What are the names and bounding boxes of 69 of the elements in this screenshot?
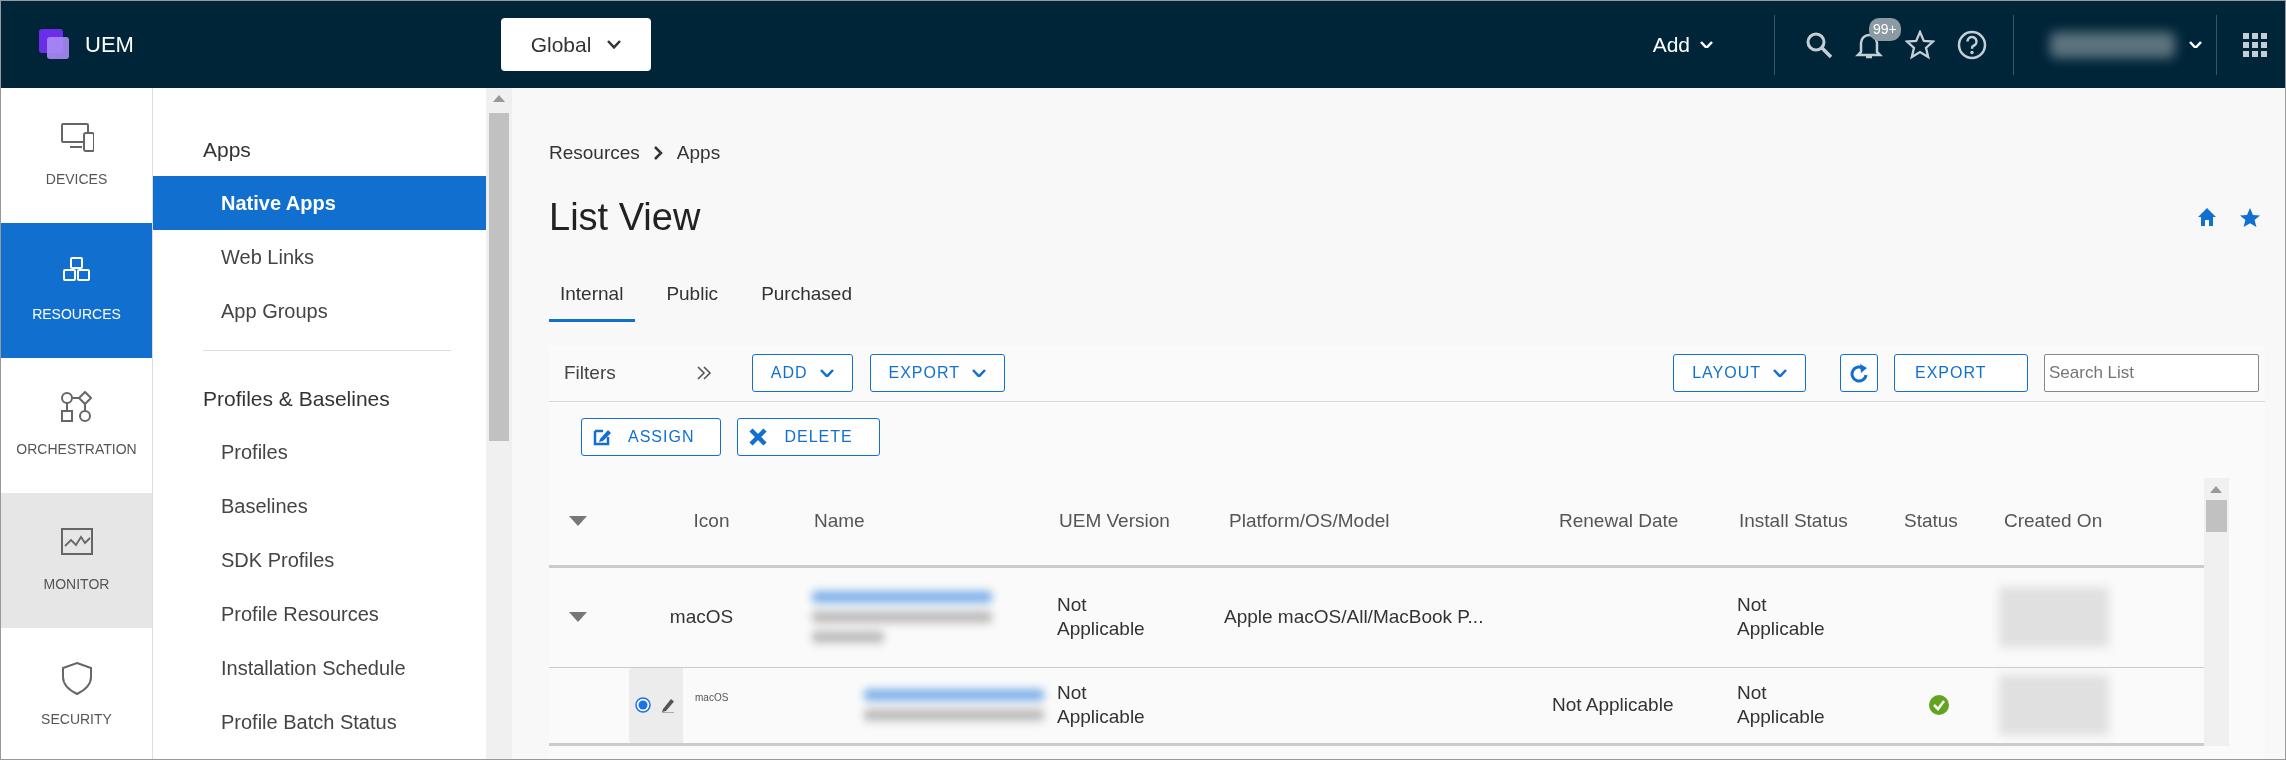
add-menu[interactable]: Add xyxy=(1646,27,1719,62)
chevron-down-icon xyxy=(1773,368,1787,378)
chevron-down-icon xyxy=(607,40,622,49)
table-cell-text: Not Applicable xyxy=(1737,681,1826,729)
column-header[interactable]: Install Status xyxy=(1739,506,1848,536)
icon-label: macOS xyxy=(694,690,729,705)
refresh-icon xyxy=(1850,363,1868,384)
table-cell-text: Not Applicable xyxy=(1057,593,1146,641)
logo-icon xyxy=(39,28,71,61)
column-header[interactable]: UEM Version xyxy=(1059,506,1170,536)
breadcrumb-link[interactable]: Resources xyxy=(549,139,640,168)
nav-item[interactable]: RESOURCES xyxy=(1,223,152,358)
column-header[interactable]: Platform/OS/Model xyxy=(1229,506,1390,536)
shapes-icon xyxy=(59,391,94,425)
chevron-down-icon xyxy=(2189,40,2202,49)
scrollbar-thumb[interactable] xyxy=(489,113,509,441)
tab[interactable]: Internal xyxy=(549,272,636,322)
table-cell-text: Not Applicable xyxy=(1737,593,1826,641)
breadcrumb-link[interactable]: Apps xyxy=(676,139,721,168)
refresh-button[interactable] xyxy=(1840,354,1878,393)
tab[interactable]: Purchased xyxy=(750,272,864,322)
menu-heading: Apps xyxy=(202,137,252,163)
notification-count: 99+ xyxy=(1869,17,1901,41)
search-field[interactable]: Search List xyxy=(2044,354,2259,393)
star-icon[interactable] xyxy=(1905,29,1935,60)
chevron-down-icon xyxy=(972,368,986,378)
outline-button[interactable]: EXPORT xyxy=(1894,354,2028,393)
table-cell-text: Not Applicable xyxy=(1057,681,1146,729)
page-title: List View xyxy=(549,194,701,240)
tab[interactable]: Public xyxy=(655,272,731,322)
table-cell-text: macOS xyxy=(669,604,734,629)
close-icon xyxy=(748,426,769,447)
double-chevron-icon[interactable] xyxy=(695,366,712,381)
outline-button[interactable]: ADD xyxy=(751,354,853,393)
caret-down-icon[interactable] xyxy=(569,516,587,527)
scrollbar-thumb[interactable] xyxy=(2206,499,2227,532)
radio-button[interactable] xyxy=(635,697,651,714)
action-button[interactable]: ASSIGN xyxy=(581,417,722,456)
action-button[interactable]: DELETE xyxy=(737,417,880,456)
pencil-icon[interactable] xyxy=(661,697,675,714)
menu-item[interactable]: Native Apps xyxy=(153,176,486,230)
column-header[interactable]: Icon xyxy=(693,506,730,536)
column-header[interactable]: Renewal Date xyxy=(1559,506,1679,536)
help-icon[interactable] xyxy=(1957,29,1987,60)
chevron-right-icon xyxy=(653,146,663,161)
column-header[interactable]: Created On xyxy=(2004,506,2103,536)
chevron-down-icon xyxy=(1700,40,1713,49)
scrollbar[interactable] xyxy=(486,88,512,759)
app-grid-icon[interactable] xyxy=(2243,32,2267,57)
devices-icon xyxy=(59,121,94,155)
menu-heading: Profiles & Baselines xyxy=(202,386,391,412)
scrollbar[interactable] xyxy=(2204,477,2229,746)
scope-dropdown[interactable]: Global xyxy=(501,18,651,71)
table-cell-text: Apple macOS/All/MacBook P... xyxy=(1224,604,1484,629)
outline-button[interactable]: LAYOUT xyxy=(1673,354,1806,393)
shield-icon xyxy=(59,661,94,695)
home-icon[interactable] xyxy=(2197,207,2217,228)
column-header[interactable]: Name xyxy=(814,506,865,536)
column-header[interactable]: Status xyxy=(1904,506,1958,536)
scroll-up-icon xyxy=(2210,485,2222,493)
star-icon[interactable] xyxy=(2239,206,2261,228)
outline-button[interactable]: EXPORT xyxy=(869,354,1005,393)
logo-text: UEM xyxy=(85,31,134,59)
nav-item[interactable]: MONITOR xyxy=(1,493,152,628)
chevron-down-icon xyxy=(819,368,834,378)
scroll-up-icon xyxy=(493,95,505,102)
filters-label: Filters xyxy=(564,360,616,385)
search-icon[interactable] xyxy=(1805,30,1833,59)
table-cell-text: Not Applicable xyxy=(1552,692,1674,717)
